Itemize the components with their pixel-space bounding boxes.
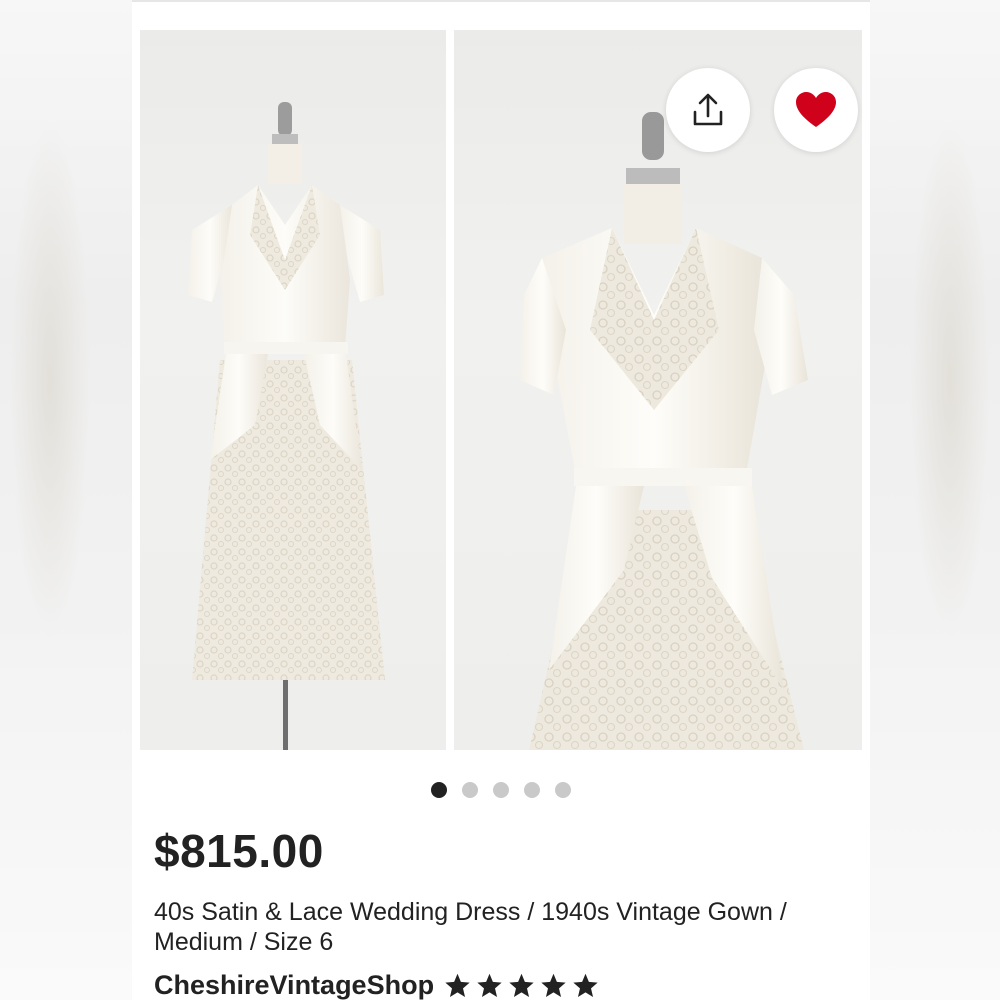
listing-title: 40s Satin & Lace Wedding Dress / 1940s V… <box>154 898 787 956</box>
listing-price: $815.00 <box>154 825 324 877</box>
star-icon <box>541 973 566 997</box>
heart-icon <box>796 92 836 127</box>
image-gallery[interactable] <box>140 30 862 750</box>
pagination-dot[interactable] <box>524 782 540 798</box>
shop-rating <box>444 972 599 999</box>
star-icon <box>445 973 470 997</box>
shop-name-link[interactable]: CheshireVintageShop <box>154 970 434 1000</box>
top-divider <box>132 0 870 2</box>
star-icon <box>573 973 598 997</box>
share-icon <box>693 93 723 126</box>
shop-info: CheshireVintageShop <box>154 970 599 1000</box>
favorite-button[interactable] <box>774 68 858 152</box>
listing-photo[interactable] <box>140 30 446 750</box>
listing-page: $815.00 40s Satin & Lace Wedding Dress /… <box>132 0 870 1000</box>
dress-photo-full <box>188 102 385 750</box>
gallery-pagination <box>132 782 870 798</box>
blurred-backdrop-left <box>0 0 132 1000</box>
pagination-dot[interactable] <box>493 782 509 798</box>
star-icon <box>477 973 502 997</box>
pagination-dot[interactable] <box>462 782 478 798</box>
star-icon <box>509 973 534 997</box>
pagination-dot[interactable] <box>555 782 571 798</box>
blurred-backdrop-right <box>870 0 1000 1000</box>
pagination-dot-active[interactable] <box>431 782 447 798</box>
share-button[interactable] <box>666 68 750 152</box>
